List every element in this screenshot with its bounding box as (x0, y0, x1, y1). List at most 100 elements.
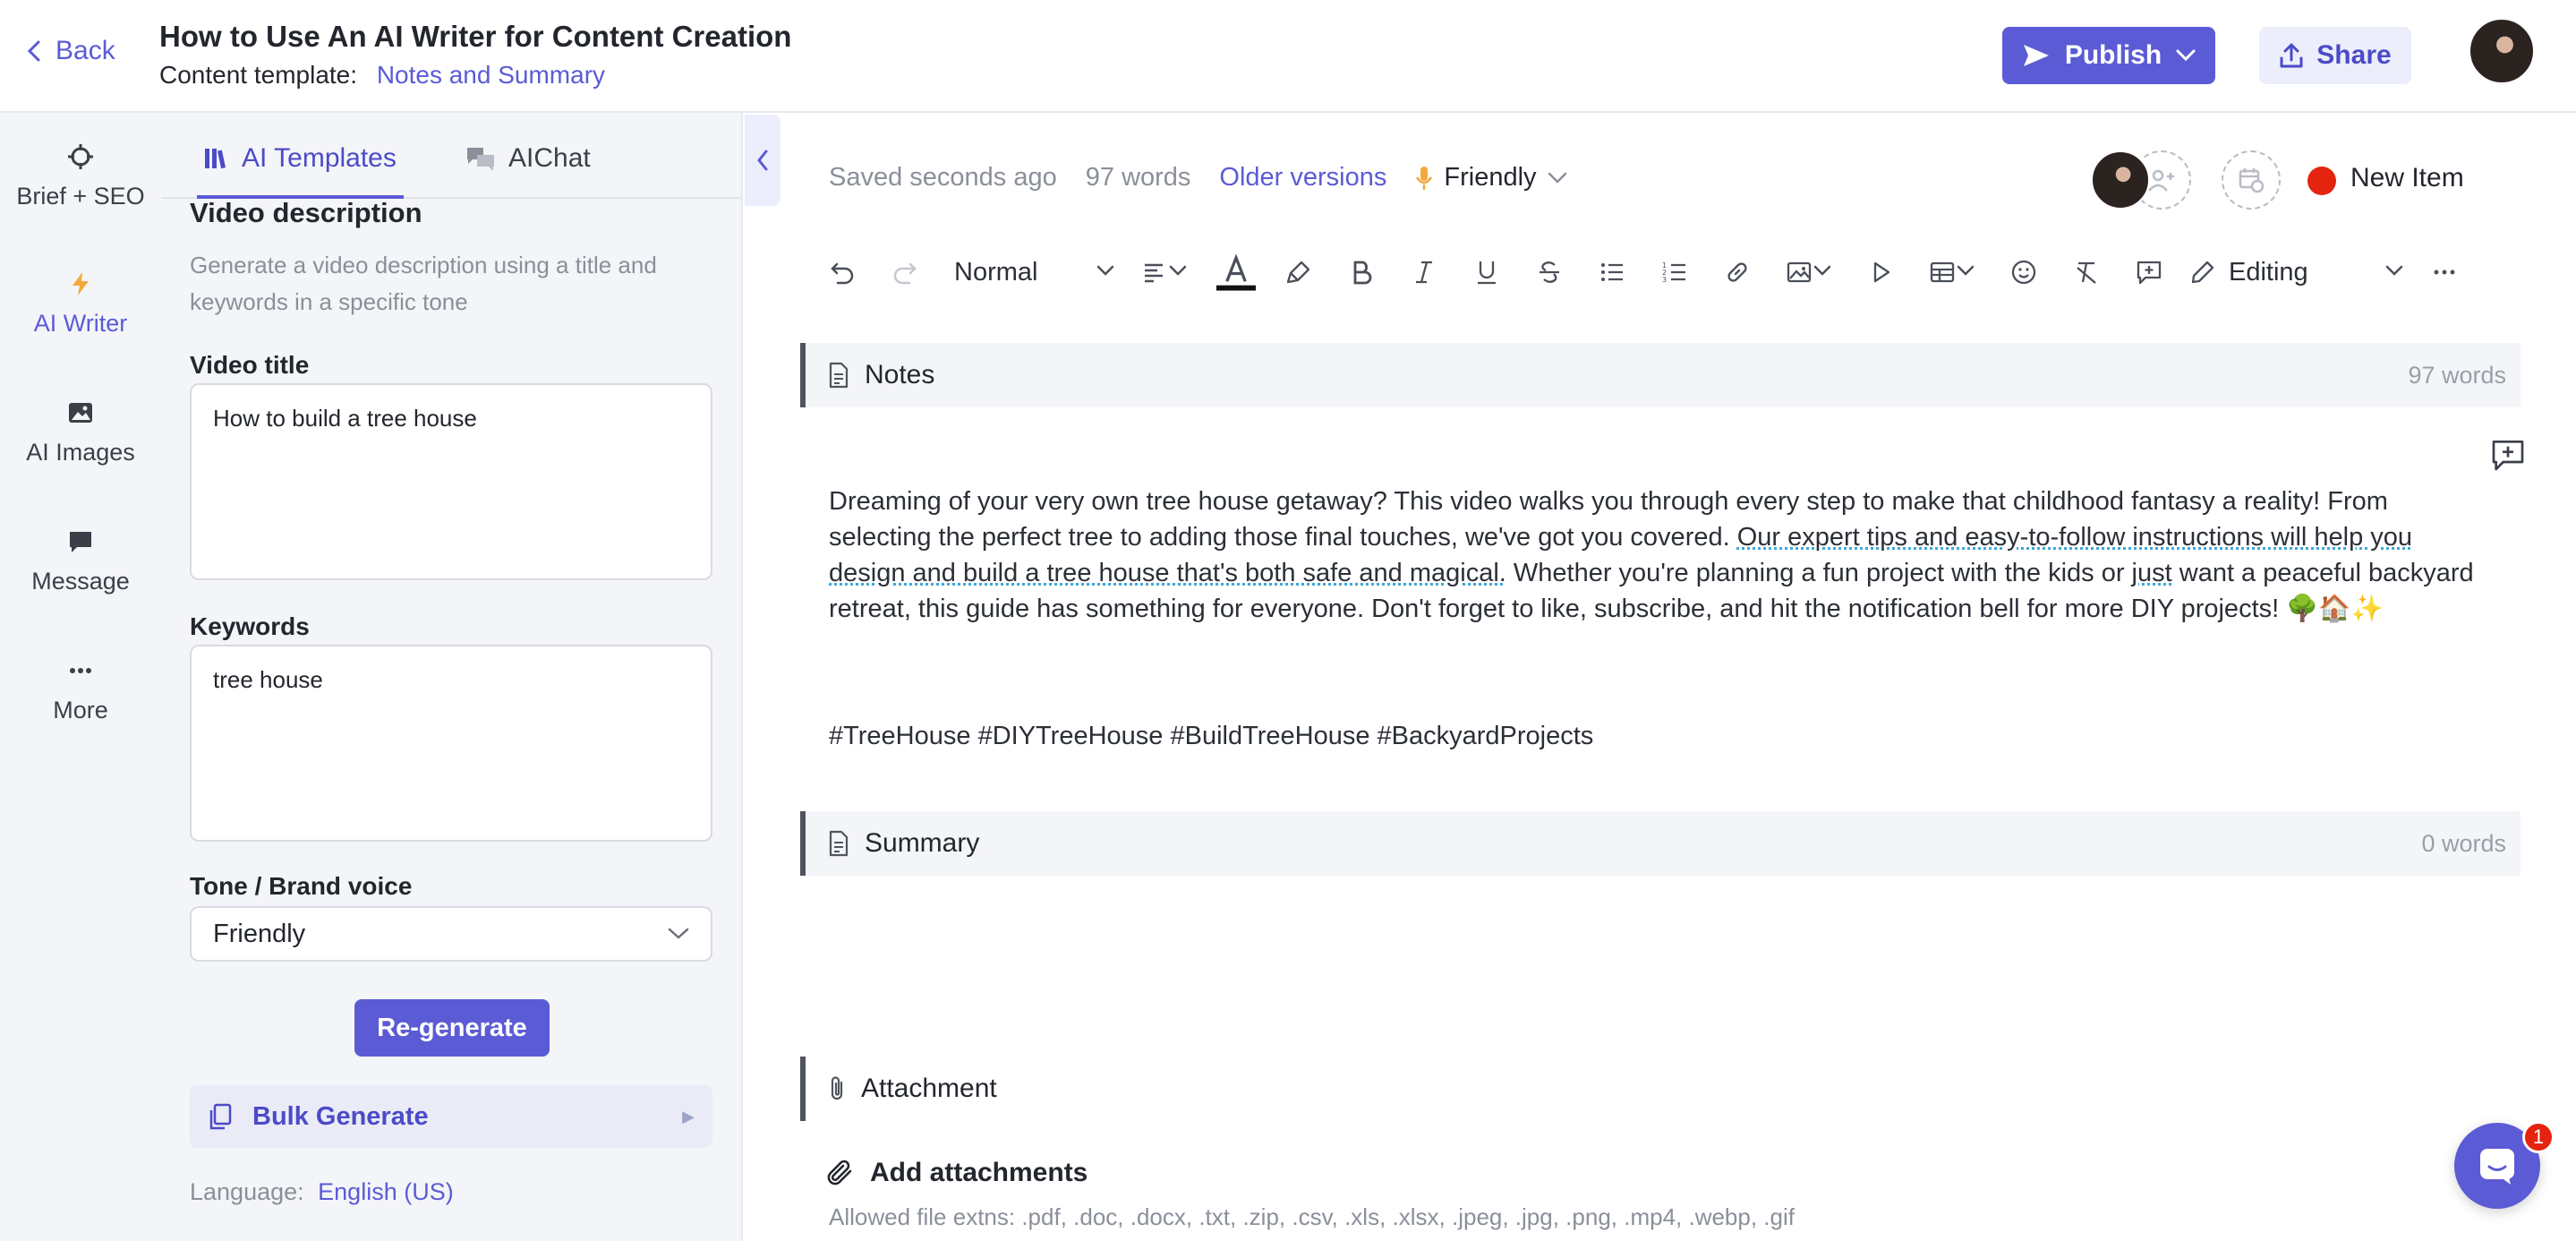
publish-label: Publish (2064, 40, 2162, 70)
pencil-icon (2191, 261, 2214, 284)
share-button[interactable]: Share (2259, 27, 2411, 84)
bullet-list-icon (1601, 263, 1623, 281)
notes-text-suggestion[interactable]: just (2132, 559, 2172, 587)
library-icon (205, 149, 226, 169)
microphone-icon (1416, 166, 1433, 190)
text-color-button[interactable] (1205, 247, 1267, 297)
numbered-list-button[interactable]: 123 (1643, 247, 1706, 297)
bolt-icon (73, 272, 89, 295)
bulk-generate-button[interactable]: Bulk Generate ▶ (190, 1085, 712, 1148)
redo-button[interactable] (874, 247, 936, 297)
template-prefix: Content template: (159, 61, 358, 89)
tab-ai-templates[interactable]: AI Templates (197, 143, 404, 199)
chevron-down-icon (1548, 172, 1566, 184)
chevron-down-icon (2176, 49, 2196, 62)
video-title-input[interactable]: How to build a tree house (190, 383, 712, 580)
chevron-down-icon (1956, 261, 1975, 285)
rail-item-more[interactable]: More (0, 657, 161, 724)
editing-mode-dropdown[interactable]: Editing (2180, 247, 2413, 297)
document-icon (829, 362, 849, 389)
left-rail: Brief + SEO AI Writer AI Images Message … (0, 113, 161, 1241)
tab-aichat[interactable]: AIChat (465, 143, 591, 174)
link-icon (1727, 262, 1747, 282)
schedule-button[interactable] (2222, 150, 2281, 210)
comment-plus-icon (2137, 261, 2162, 285)
paragraph-style-select[interactable]: Normal (936, 247, 1124, 297)
template-description: Generate a video description using a tit… (190, 252, 657, 315)
language-selector[interactable]: English (US) (318, 1178, 454, 1205)
tone-label: Tone / Brand voice (190, 872, 413, 900)
redo-icon (893, 262, 917, 285)
notes-section-header: Notes 97 words (800, 343, 2521, 407)
page-title: How to Use An AI Writer for Content Crea… (159, 20, 792, 53)
paperclip-icon (827, 1160, 852, 1185)
chevron-down-icon (1096, 258, 1115, 287)
rail-item-ai-images[interactable]: AI Images (0, 399, 161, 466)
tone-select[interactable]: Friendly (190, 906, 712, 962)
paragraph-style-value: Normal (954, 257, 1038, 287)
chevron-down-icon (2384, 258, 2404, 287)
bold-button[interactable] (1330, 247, 1393, 297)
template-link[interactable]: Notes and Summary (377, 61, 605, 89)
notes-hashtags[interactable]: #TreeHouse #DIYTreeHouse #BuildTreeHouse… (829, 722, 1593, 751)
chat-icon (2480, 1149, 2514, 1185)
inline-comment-button[interactable] (2490, 437, 2526, 473)
add-attachments-label: Add attachments (870, 1158, 1088, 1187)
user-avatar[interactable] (2469, 18, 2535, 84)
chevron-left-icon (757, 150, 768, 171)
more-options-button[interactable] (2413, 247, 2476, 297)
strikethrough-icon (1540, 261, 1559, 283)
link-button[interactable] (1706, 247, 1769, 297)
panel-tabs: AI Templates AIChat (161, 113, 741, 199)
app-header: Back How to Use An AI Writer for Content… (0, 0, 2576, 113)
tone-dropdown-label: Friendly (1444, 163, 1537, 192)
status-label[interactable]: New Item (2350, 163, 2464, 193)
summary-title: Summary (865, 828, 980, 858)
keywords-input[interactable]: tree house (190, 645, 712, 842)
align-dropdown[interactable] (1124, 247, 1205, 297)
chevron-down-icon (668, 928, 689, 939)
rail-item-message[interactable]: Message (0, 528, 161, 595)
send-icon (2023, 45, 2049, 66)
svg-text:3: 3 (1662, 276, 1667, 284)
editor-toolbar: Normal 123 Editing (811, 247, 2512, 297)
rail-item-brief-seo[interactable]: Brief + SEO (0, 143, 161, 210)
calendar-clock-icon (2239, 168, 2265, 193)
publish-button[interactable]: Publish (2002, 27, 2215, 84)
bullet-list-button[interactable] (1581, 247, 1643, 297)
underline-button[interactable] (1455, 247, 1518, 297)
collaborator-avatar[interactable] (2091, 150, 2150, 210)
caret-right-icon: ▶ (682, 1107, 695, 1125)
italic-button[interactable] (1393, 247, 1455, 297)
add-attachments-button[interactable]: Add attachments (825, 1157, 1088, 1189)
insert-video-button[interactable] (1849, 247, 1912, 297)
status-dot (2307, 167, 2336, 195)
undo-icon (831, 262, 854, 285)
collapse-panel-button[interactable] (745, 115, 780, 206)
strikethrough-button[interactable] (1518, 247, 1581, 297)
tone-dropdown[interactable]: Friendly (1415, 163, 1566, 193)
older-versions-link[interactable]: Older versions (1219, 163, 1386, 193)
regenerate-button[interactable]: Re-generate (354, 999, 550, 1057)
video-title-label: Video title (190, 351, 310, 379)
emoji-button[interactable] (1992, 247, 2055, 297)
ai-panel: AI Templates AIChat Video description Ge… (161, 113, 743, 1241)
clear-format-button[interactable] (2055, 247, 2118, 297)
template-line: Content template: Notes and Summary (159, 61, 605, 90)
highlight-button[interactable] (1267, 247, 1330, 297)
add-comment-button[interactable] (2118, 247, 2180, 297)
editing-mode-label: Editing (2229, 257, 2308, 287)
smiley-icon (2011, 260, 2036, 285)
tab-label: AIChat (508, 143, 591, 173)
insert-table-dropdown[interactable] (1912, 247, 1992, 297)
rail-label: AI Images (26, 439, 135, 466)
undo-button[interactable] (811, 247, 874, 297)
rail-label: Message (31, 568, 130, 595)
back-label: Back (55, 36, 115, 65)
notes-body[interactable]: Dreaming of your very own tree house get… (829, 484, 2494, 627)
clear-format-icon (2077, 261, 2096, 284)
add-user-icon (2148, 169, 2174, 192)
back-button[interactable]: Back (25, 36, 115, 66)
insert-image-dropdown[interactable] (1769, 247, 1849, 297)
rail-item-ai-writer[interactable]: AI Writer (0, 270, 161, 338)
